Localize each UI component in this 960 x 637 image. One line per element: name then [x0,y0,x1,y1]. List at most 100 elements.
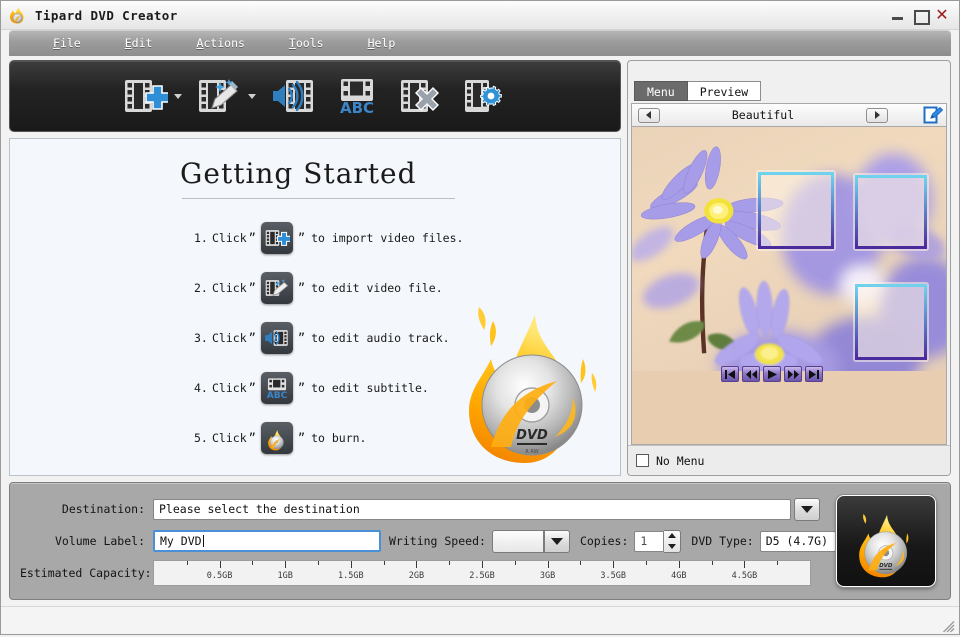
volume-label-input[interactable]: My DVD [153,530,381,552]
film-wand-icon[interactable] [261,272,293,304]
add-video-files-button[interactable] [118,70,172,122]
capacity-tick-major [285,561,286,568]
settings-button[interactable] [458,70,512,122]
writing-speed-select[interactable] [492,530,544,553]
step-number: 5. [194,431,212,445]
copies-increment-button[interactable] [664,531,680,542]
maximize-icon[interactable] [913,8,927,22]
flame-dvd-icon[interactable] [261,422,293,454]
edit-video-button[interactable] [192,70,246,122]
capacity-tick-minor [712,561,713,565]
capacity-tick-label: 4GB [671,571,686,581]
svg-text:DVD: DVD [879,563,893,569]
film-plus-icon[interactable] [261,222,293,254]
film-abc-icon[interactable]: ABC [261,372,293,404]
step-text: to edit subtitle. [311,381,429,395]
theme-selector: Beautiful [631,103,947,126]
svg-text:ABC: ABC [267,391,288,400]
step-number: 1. [194,231,212,245]
capacity-tick-label: 3.5GB [600,571,626,581]
estimated-capacity-label: Estimated Capacity: [20,566,145,580]
writing-speed-dropdown-button[interactable] [544,530,570,553]
menu-item-help[interactable]: Help [346,30,418,56]
play-button[interactable] [763,366,781,382]
minimize-icon[interactable] [891,8,905,22]
chevron-down-icon[interactable] [248,94,256,99]
getting-started-panel: Getting Started 1.Click””to import video… [9,138,621,476]
audio-track-button[interactable] [266,70,320,122]
menu-item-actions[interactable]: Actions [174,30,266,56]
edit-page-pencil-icon[interactable] [922,105,944,125]
destination-row: Destination: Please select the destinati… [20,493,950,525]
theme-prev-button[interactable] [638,108,660,123]
fast-forward-button[interactable] [784,366,802,382]
capacity-tick-label: 1.5GB [338,571,364,581]
no-menu-row: No Menu [628,445,950,475]
destination-input[interactable]: Please select the destination [153,499,791,520]
subtitle-button[interactable]: ABC [330,70,384,122]
burn-settings-panel: Destination: Please select the destinati… [9,482,951,600]
rewind-button[interactable] [742,366,760,382]
quote-close: ” [298,231,305,245]
theme-name: Beautiful [660,108,866,122]
resize-grip-icon[interactable] [942,618,955,631]
menu-thumbnail-frame[interactable] [853,173,928,251]
capacity-tick-major [548,561,549,568]
capacity-row: Estimated Capacity: 0.5GB1GB1.5GB2GB2.5G… [20,557,950,589]
step-text: to edit video file. [311,281,443,295]
text-cursor [203,535,204,547]
volume-value: My DVD [160,534,202,548]
menu-item-edit[interactable]: Edit [103,30,175,56]
capacity-ruler: 0.5GB1GB1.5GB2GB2.5GB3GB3.5GB4GB4.5GB [153,560,811,586]
step-click-word: Click [212,431,247,445]
step-number: 3. [194,331,212,345]
copies-stepper[interactable] [664,530,681,553]
film-speaker-icon[interactable] [261,322,293,354]
burn-button[interactable]: DVD [836,495,936,587]
no-menu-checkbox[interactable] [636,454,649,467]
copies-decrement-button[interactable] [664,541,680,552]
capacity-tick-major [744,561,745,568]
getting-started-step: 1.Click””to import video files. [194,213,620,263]
status-bar [1,606,959,634]
tab-menu[interactable]: Menu [634,81,688,101]
remove-video-button[interactable] [394,70,448,122]
flame-dvd-logo: DVD R RW [455,287,610,467]
title-bar: Tipard DVD Creator ✕ [1,1,959,30]
step-click-word: Click [212,381,247,395]
svg-text:R RW: R RW [525,449,538,455]
skip-start-button[interactable] [721,366,739,382]
capacity-tick-minor [777,561,778,565]
quote-close: ” [298,431,305,445]
capacity-tick-major [613,561,614,568]
theme-next-button[interactable] [866,108,888,123]
destination-dropdown-button[interactable] [794,498,820,521]
tab-preview[interactable]: Preview [688,81,761,101]
menu-bar: FileEditActionsToolsHelp [9,30,951,56]
menu-bar-container: FileEditActionsToolsHelp [1,30,959,58]
capacity-tick-minor [252,561,253,565]
close-icon[interactable]: ✕ [935,8,949,22]
menu-thumbnail-frame[interactable] [756,170,836,251]
chevron-down-icon[interactable] [174,94,182,99]
skip-end-button[interactable] [805,366,823,382]
page-title: Getting Started [10,139,620,198]
copies-input[interactable]: 1 [634,531,664,552]
menu-item-file[interactable]: File [31,30,103,56]
capacity-tick-minor [646,561,647,565]
capacity-tick-minor [580,561,581,565]
window-controls: ✕ [891,8,955,22]
menu-item-tools[interactable]: Tools [267,30,346,56]
triangle-up-icon [668,533,676,538]
menu-preview-canvas[interactable] [631,126,947,445]
toolbar-group-add [118,70,182,122]
menu-playback-controls [721,366,823,382]
menu-thumbnail-frame[interactable] [853,282,928,361]
capacity-tick-major [679,561,680,568]
writing-speed-label: Writing Speed: [389,534,486,548]
step-click-word: Click [212,281,247,295]
capacity-tick-major [220,561,221,568]
capacity-tick-major [482,561,483,568]
dvd-type-select[interactable]: D5 (4.7G) [760,531,836,552]
capacity-tick-label: 3GB [540,571,555,581]
